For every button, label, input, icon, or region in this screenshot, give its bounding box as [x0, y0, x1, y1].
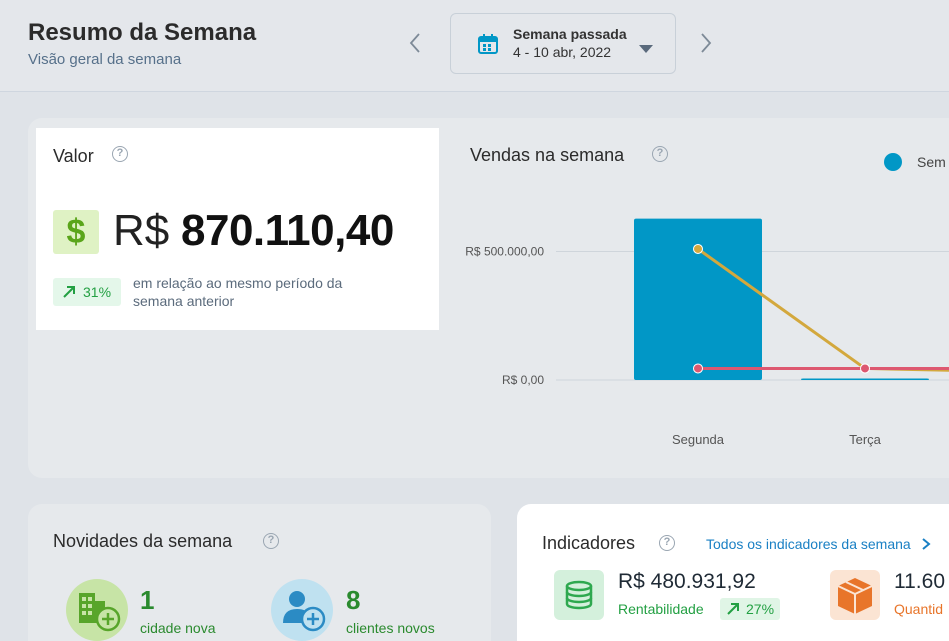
chart-title: Vendas na semana: [470, 145, 625, 165]
valor-amount: 870.110,40: [181, 206, 394, 255]
news-title: Novidades da semana: [53, 531, 233, 551]
help-icon[interactable]: ?: [112, 146, 128, 162]
new-clients-count: 8: [346, 585, 361, 615]
page-header: Resumo da Semana Visão geral da semana S…: [0, 0, 949, 92]
chevron-left-icon: [409, 33, 420, 53]
arrow-up-right-icon: [62, 285, 76, 302]
help-icon[interactable]: ?: [652, 146, 668, 162]
coins-money-icon: [554, 570, 604, 620]
y-tick-label: R$ 500.000,00: [465, 245, 544, 259]
week-selector-range: 4 - 10 abr, 2022: [513, 44, 612, 60]
next-week-button[interactable]: [695, 30, 717, 56]
arrow-up-right-icon: [726, 602, 740, 619]
add-user-icon: [271, 579, 333, 641]
data-point: [693, 363, 703, 374]
sales-chart: R$ 500.000,00 R$ 0,00 Segunda Terça: [465, 218, 949, 447]
profitability-label: Rentabilidade: [618, 601, 704, 617]
profitability-change-badge: 27%: [720, 598, 780, 620]
legend-marker[interactable]: [884, 153, 902, 171]
x-tick-label: Terça: [849, 432, 882, 447]
valor-currency: R$: [113, 206, 170, 255]
new-cities-label: cidade nova: [140, 620, 216, 636]
valor-card: Valor ? $ R$ 870.110,40 31% em relação a…: [36, 128, 439, 330]
new-clients-label: clientes novos: [346, 620, 435, 636]
chevron-right-icon: [701, 33, 712, 53]
caret-down-icon: [639, 40, 653, 58]
box-package-icon: [830, 570, 880, 620]
quantity-value: 11.60: [894, 570, 945, 593]
new-cities-count: 1: [140, 585, 155, 615]
city-building-icon: [66, 579, 128, 641]
week-selector-label: Semana passada: [513, 26, 627, 42]
indicators-title: Indicadores: [542, 533, 636, 553]
data-point: [693, 243, 703, 254]
valor-change-badge: 31%: [53, 278, 121, 306]
profitability-value: R$ 480.931,92: [618, 570, 756, 593]
valor-change-pct: 31%: [83, 284, 112, 300]
help-icon[interactable]: ?: [659, 535, 675, 551]
y-tick-label: R$ 0,00: [502, 373, 544, 387]
quantity-label: Quantid: [894, 601, 944, 617]
all-indicators-link-label: Todos os indicadores da semana: [706, 536, 911, 552]
bar: [634, 218, 762, 380]
calendar-icon: [477, 33, 499, 60]
valor-change-text: em relação ao mesmo período da semana an…: [133, 275, 343, 309]
week-selector-dropdown[interactable]: Semana passada 4 - 10 abr, 2022: [450, 13, 676, 74]
legend-label[interactable]: Sem: [917, 154, 946, 170]
data-point: [860, 363, 870, 374]
profitability-change-pct: 27%: [746, 601, 775, 617]
previous-week-button[interactable]: [404, 30, 426, 56]
help-icon[interactable]: ?: [263, 533, 279, 549]
x-tick-label: Segunda: [672, 432, 725, 447]
page-title: Resumo da Semana: [28, 19, 257, 46]
bar: [801, 378, 929, 380]
valor-label: Valor: [53, 146, 94, 166]
dollar-icon: $: [53, 210, 99, 254]
all-indicators-link[interactable]: Todos os indicadores da semana: [706, 536, 931, 552]
page-subtitle: Visão geral da semana: [28, 51, 182, 68]
chevron-right-icon: [921, 538, 931, 550]
